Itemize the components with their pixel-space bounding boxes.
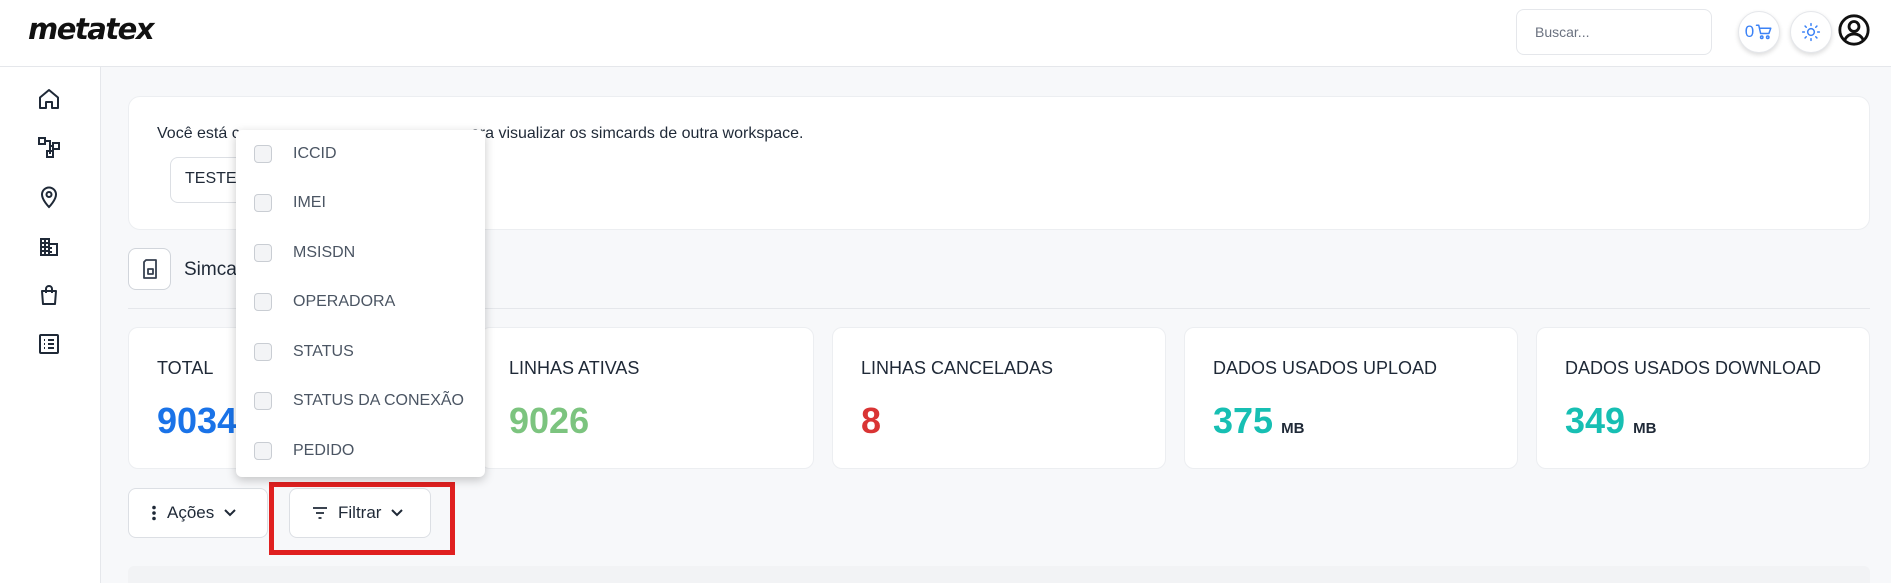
checkbox[interactable] bbox=[254, 293, 272, 311]
chevron-down-icon bbox=[224, 509, 236, 517]
shopping-bag-icon[interactable] bbox=[37, 283, 61, 307]
checkbox[interactable] bbox=[254, 145, 272, 163]
checkbox[interactable] bbox=[254, 194, 272, 212]
stat-label: DADOS USADOS DOWNLOAD bbox=[1565, 358, 1822, 378]
home-icon[interactable] bbox=[37, 87, 61, 111]
buildings-icon[interactable] bbox=[37, 234, 61, 258]
top-bar: metatex 0 bbox=[0, 0, 1891, 67]
stat-card-download: DADOS USADOS DOWNLOAD 349 MB bbox=[1536, 327, 1870, 469]
highlight-box bbox=[269, 482, 455, 555]
sun-icon bbox=[1801, 22, 1821, 42]
stat-value: 375 MB bbox=[1213, 400, 1305, 441]
stat-card-upload: DADOS USADOS UPLOAD 375 MB bbox=[1184, 327, 1518, 469]
stat-card-active-lines: LINHAS ATIVAS 9026 bbox=[480, 327, 814, 469]
stat-label: TOTAL bbox=[157, 358, 214, 378]
more-vertical-icon bbox=[152, 505, 156, 521]
filter-option-pedido[interactable]: PEDIDO bbox=[254, 438, 354, 464]
stat-card-cancelled-lines: LINHAS CANCELADAS 8 bbox=[832, 327, 1166, 469]
table-container bbox=[128, 566, 1870, 583]
simcard-icon-box bbox=[128, 248, 171, 290]
checkbox[interactable] bbox=[254, 244, 272, 262]
list-icon[interactable] bbox=[37, 332, 61, 356]
stat-value: 9026 bbox=[509, 400, 590, 441]
filter-option-label: STATUS bbox=[293, 343, 354, 360]
filter-option-status[interactable]: STATUS bbox=[254, 339, 354, 365]
cart-count: 0 bbox=[1744, 22, 1755, 41]
stat-label: LINHAS ATIVAS bbox=[509, 358, 640, 378]
acoes-label: Ações bbox=[167, 503, 215, 522]
cart-button[interactable]: 0 bbox=[1738, 11, 1780, 53]
checkbox[interactable] bbox=[254, 442, 272, 460]
acoes-button[interactable]: Ações bbox=[128, 488, 268, 538]
filter-option-label: OPERADORA bbox=[293, 293, 396, 310]
filter-option-label: IMEI bbox=[293, 194, 326, 211]
checkbox[interactable] bbox=[254, 343, 272, 361]
stat-value: 9034 bbox=[157, 400, 238, 441]
stat-label: DADOS USADOS UPLOAD bbox=[1213, 358, 1438, 378]
sidebar bbox=[0, 67, 101, 583]
filter-option-operadora[interactable]: OPERADORA bbox=[254, 289, 395, 315]
filter-option-iccid[interactable]: ICCID bbox=[254, 141, 337, 167]
stat-unit: MB bbox=[1281, 420, 1305, 437]
filter-option-label: MSISDN bbox=[293, 244, 356, 261]
stat-value: 349 MB bbox=[1565, 400, 1657, 441]
stat-label: LINHAS CANCELADAS bbox=[861, 358, 1054, 378]
stat-value: 8 bbox=[861, 400, 882, 441]
logo[interactable]: metatex bbox=[28, 12, 155, 46]
filter-option-label: PEDIDO bbox=[293, 442, 355, 459]
simcard-icon bbox=[142, 259, 157, 279]
filter-dropdown: ICCID IMEI MSISDN OPERADORA STATUS STATU… bbox=[236, 130, 485, 477]
hierarchy-icon[interactable] bbox=[37, 135, 61, 159]
filter-option-label: STATUS DA CONEXÃO bbox=[293, 392, 464, 409]
filter-option-label: ICCID bbox=[293, 145, 337, 162]
filter-option-imei[interactable]: IMEI bbox=[254, 190, 326, 216]
location-pin-icon[interactable] bbox=[37, 185, 61, 209]
search-input[interactable] bbox=[1516, 9, 1712, 55]
theme-toggle-button[interactable] bbox=[1790, 11, 1832, 53]
filter-option-msisdn[interactable]: MSISDN bbox=[254, 240, 355, 266]
stat-unit: MB bbox=[1633, 420, 1657, 437]
user-circle-icon[interactable] bbox=[1837, 13, 1871, 47]
cart-icon bbox=[1755, 24, 1772, 40]
filter-option-status-conexao[interactable]: STATUS DA CONEXÃO bbox=[254, 388, 464, 414]
checkbox[interactable] bbox=[254, 392, 272, 410]
section-title: Simcar bbox=[184, 259, 244, 280]
